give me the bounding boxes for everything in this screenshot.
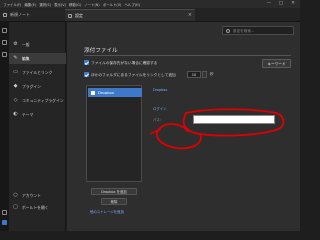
sidebar-item-label: アカウント [22,192,41,198]
path-input[interactable] [193,115,275,124]
sidebar-item-label: プラグイン [22,83,41,89]
search-input[interactable]: 設定を検索... [233,29,254,34]
settings-content: 設定を検索... 添付ファイル ファイルの保存先がない場合に確認する ほかのフォ… [67,22,300,231]
sidebar-item-label: ボールトを開く [22,204,49,210]
tab-settings[interactable]: 設定 × [65,9,195,21]
menu-note[interactable]: ノート(N) [84,2,99,7]
divider [84,55,291,56]
sidebar-item-label: テーマ [22,111,34,117]
activity-bar [0,22,9,231]
interval-input[interactable]: 10 [187,71,201,78]
sidebar-item-plugins[interactable]: ◆ プラグイン [9,81,66,92]
vault-icon: ▢ [13,204,18,210]
menu-file[interactable]: ファイル(F) [3,2,21,7]
tab-bar: 新規ノート 設定 × [0,8,300,22]
settings-search[interactable]: 設定を検索... [222,26,294,35]
option-checkbox-2[interactable] [84,72,89,77]
option-label-2: ほかのフォルダにあるファイルをリンクとして追加 [91,72,176,77]
plugin-icon: ◇ [13,97,18,103]
dropbox-icon [91,90,95,95]
graph-icon[interactable] [2,52,7,57]
tab-new-note[interactable]: 新規ノート [0,9,64,21]
account-icon: ○ [13,192,18,198]
sidebar-item-general[interactable]: ⚙ 一般 [9,39,66,50]
minimize-button[interactable]: — [264,0,274,8]
files-icon[interactable] [2,28,7,33]
search-icon [226,28,230,33]
settings-sidebar: ⚙ 一般 ✎ 編集 ▭ ファイルとリンク ◆ プラグイン ◇ コミュニティプラグ… [9,22,66,231]
sidebar-item-account[interactable]: ○ アカウント [9,190,66,201]
file-icon [3,13,7,17]
close-icon[interactable]: × [188,12,192,18]
interval-stepper[interactable] [202,71,207,78]
list-item[interactable]: Dropbox [88,88,142,97]
detail-link-login[interactable]: ログイン [153,106,167,111]
gear-icon [68,13,72,18]
maximize-button[interactable]: □ [276,0,286,8]
menu-view[interactable]: 表示(V) [54,2,66,7]
sidebar-item-label: コミュニティプラグイン [22,97,64,103]
palette-icon: ◐ [13,111,18,117]
sidebar-item-label: 一般 [22,41,30,47]
menu-go[interactable]: 移動(G) [69,2,81,7]
menu-select[interactable]: 選択(S) [39,2,51,7]
sidebar-item-theme[interactable]: ◐ テーマ [9,109,66,120]
sidebar-item-community-plugins[interactable]: ◇ コミュニティプラグイン [9,95,66,106]
sidebar-item-editor[interactable]: ✎ 編集 [9,53,66,64]
storage-list: Dropbox [86,85,142,182]
menu-edit[interactable]: 編集(E) [25,2,37,7]
add-dropbox-button[interactable]: Dropbox を追加 [91,188,137,195]
sidebar-item-label: ファイルとリンク [22,69,53,75]
add-storage-link[interactable]: 他のストレージを追加 [90,209,124,214]
folder-icon: ▭ [13,69,18,75]
help-icon[interactable] [2,210,7,215]
tab-label: 新規ノート [10,12,30,17]
remove-button[interactable]: 削除 [101,198,127,205]
menu-vault[interactable]: ボールト(V) [103,2,122,7]
tab-label: 設定 [75,12,83,18]
detail-link-dropbox[interactable]: Dropbox [153,88,167,92]
interval-unit: 秒 [210,72,214,76]
path-label: パス: [153,118,161,122]
close-window-button[interactable]: ✕ [288,0,298,8]
menu-bar: ファイル(F) 編集(E) 選択(S) 表示(V) 移動(G) ノート(N) ボ… [0,0,300,8]
pencil-icon: ✎ [13,55,18,61]
puzzle-icon: ◆ [13,83,18,89]
search-icon[interactable] [2,40,7,45]
option-checkbox-1[interactable] [84,60,89,65]
list-item-label: Dropbox [98,90,114,95]
gear-icon: ⚙ [13,41,18,47]
sidebar-item-label: 編集 [22,55,30,61]
settings-icon[interactable] [2,220,7,225]
sidebar-item-open-vault[interactable]: ▢ ボールトを開く [9,202,66,213]
section-title: 添付ファイル [84,48,118,54]
sidebar-item-files[interactable]: ▭ ファイルとリンク [9,67,66,78]
shortcut-button[interactable]: キーワード [262,59,291,68]
menu-help[interactable]: ヘルプ(H) [125,2,140,7]
option-label-1: ファイルの保存先がない場合に確認する [91,60,158,65]
